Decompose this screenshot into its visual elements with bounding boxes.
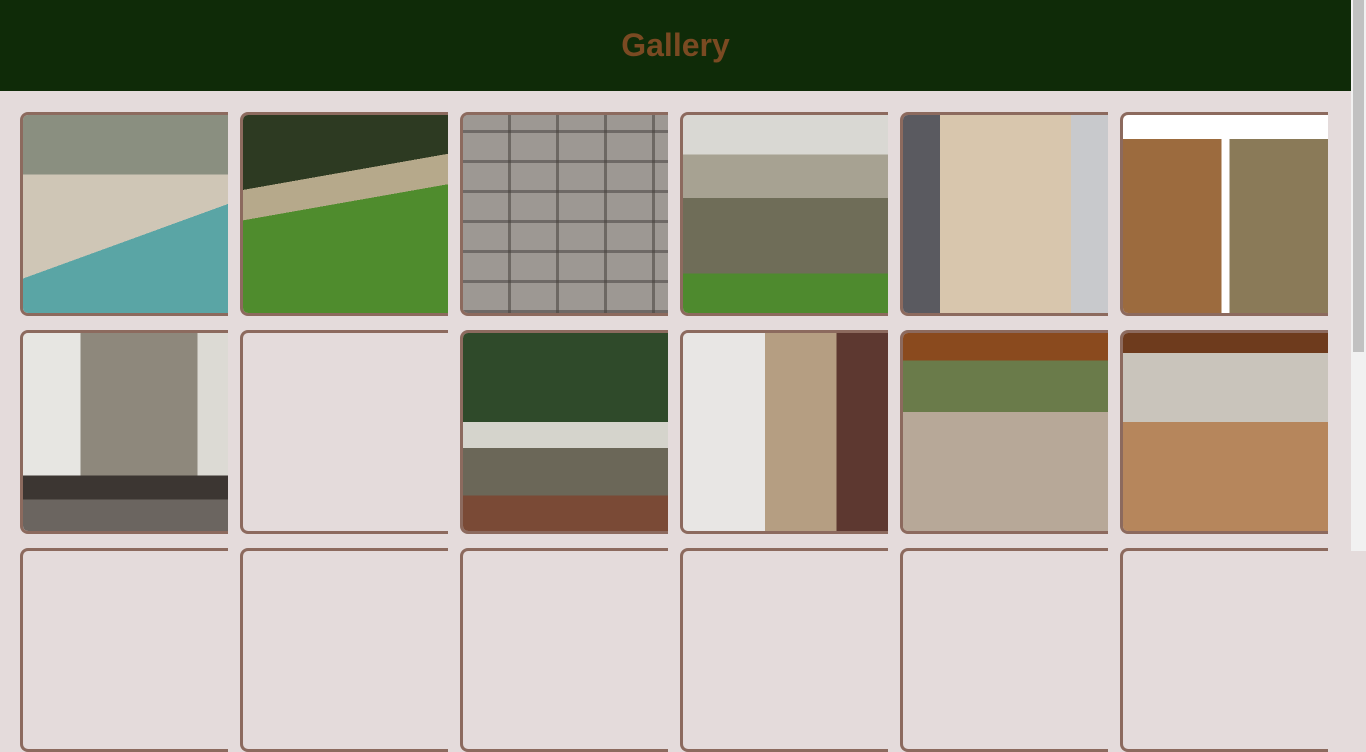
gallery-image-stone-cladding-chimney[interactable] <box>900 112 1108 316</box>
gallery-image-patio-bar-1[interactable] <box>900 330 1108 534</box>
vertical-scrollbar[interactable] <box>1351 0 1366 551</box>
gallery-image-stone-fireplace[interactable] <box>20 330 228 534</box>
gallery-image-rock-wall-closeup[interactable] <box>460 112 668 316</box>
gallery-photo <box>1123 333 1328 531</box>
gallery-photo <box>23 333 228 531</box>
gallery-photo <box>683 333 888 531</box>
gallery-image-stone-wall-corner[interactable] <box>680 330 888 534</box>
gallery-image-patio-bar-2[interactable] <box>1120 330 1328 534</box>
gallery-photo <box>1123 115 1328 313</box>
gallery-photo <box>683 115 888 313</box>
page-title: Gallery <box>621 27 730 63</box>
gallery-photo <box>23 115 228 313</box>
gallery-image-garden-balustrade[interactable] <box>460 330 668 534</box>
gallery-photo <box>903 115 1108 313</box>
gallery-image-empty-placeholder[interactable] <box>240 330 448 534</box>
gallery-image-stacked-stone-ledge[interactable] <box>680 112 888 316</box>
page-header: Gallery <box>0 0 1351 91</box>
gallery-image-row3[interactable] <box>1120 548 1328 752</box>
gallery-photo <box>463 333 668 531</box>
scrollbar-thumb[interactable] <box>1353 0 1364 352</box>
gallery-image-row3[interactable] <box>20 548 228 752</box>
gallery-image-row3[interactable] <box>460 548 668 752</box>
gallery-photo <box>903 333 1108 531</box>
gallery-image-cladding-collage[interactable] <box>1120 112 1328 316</box>
gallery-image-pool-paving[interactable] <box>20 112 228 316</box>
gallery-image-row3[interactable] <box>240 548 448 752</box>
gallery-image-lawn-garden-wall[interactable] <box>240 112 448 316</box>
gallery-image-row3[interactable] <box>680 548 888 752</box>
gallery-photo <box>463 115 668 313</box>
gallery-photo <box>243 115 448 313</box>
gallery-image-row3[interactable] <box>900 548 1108 752</box>
